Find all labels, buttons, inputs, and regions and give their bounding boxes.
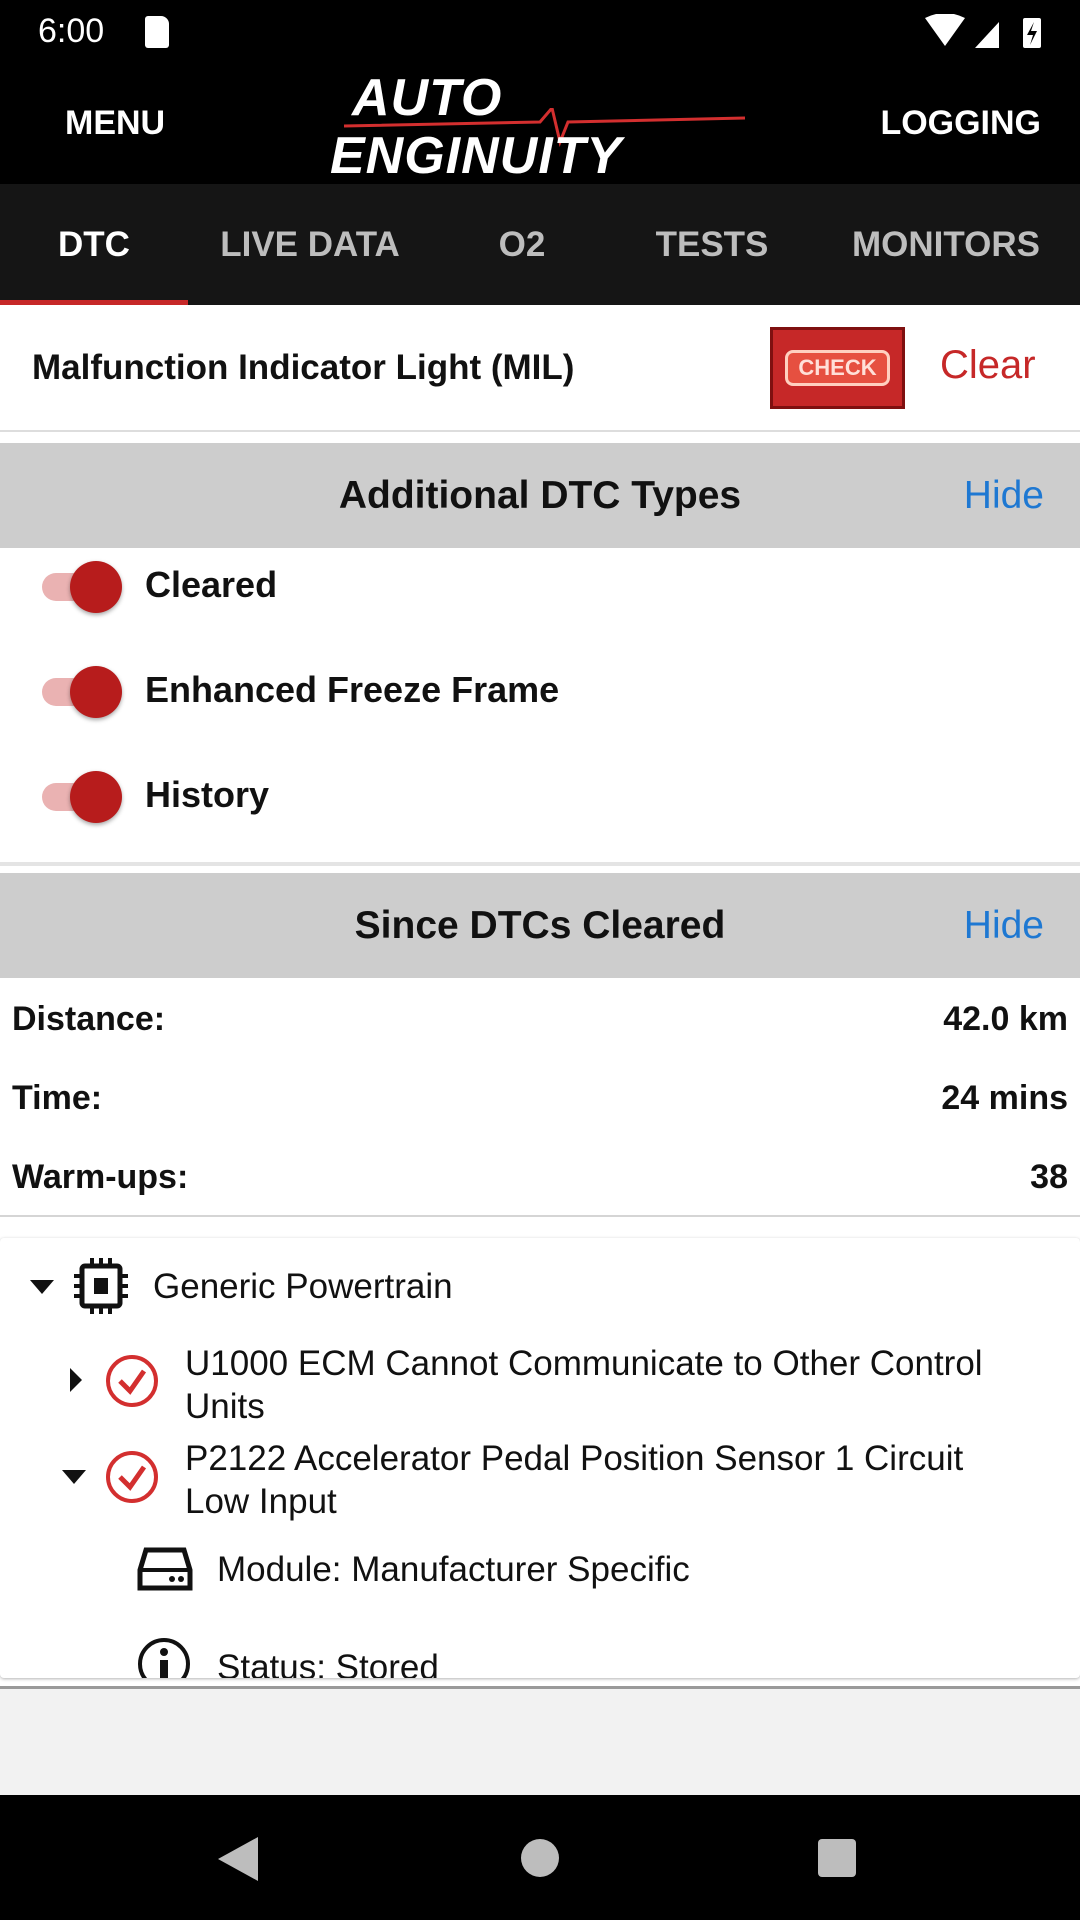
section-title: Since DTCs Cleared <box>354 903 726 947</box>
dtc-line: P2122 Accelerator Pedal Position Sensor … <box>185 1439 964 1478</box>
navigation-bar <box>0 1795 1080 1920</box>
row-label: Warm-ups: <box>12 1158 189 1196</box>
toggle-label: History <box>145 774 270 815</box>
row-value: 24 mins <box>941 1079 1068 1117</box>
dtc-line: Units <box>185 1387 265 1426</box>
caret-down-icon[interactable] <box>30 1280 54 1296</box>
row-label: Time: <box>12 1079 103 1117</box>
mil-row: Malfunction Indicator Light (MIL) CHECK … <box>0 305 1080 432</box>
tab-live-data[interactable]: LIVE DATA <box>188 184 432 305</box>
distance-row: Distance: 42.0 km <box>12 1000 1068 1039</box>
tab-o2[interactable]: O2 <box>432 184 612 305</box>
check-circle-icon <box>106 1451 158 1503</box>
chip-icon <box>74 1258 128 1314</box>
toggle-cleared[interactable] <box>40 555 126 615</box>
caret-down-icon[interactable] <box>62 1470 86 1484</box>
mil-label: Malfunction Indicator Light (MIL) <box>32 348 575 387</box>
logging-button[interactable]: LOGGING <box>880 104 1041 143</box>
sd-card-icon <box>145 16 169 48</box>
info-icon <box>138 1638 190 1678</box>
dtc-line: Low Input <box>185 1482 337 1521</box>
status-bar: 6:00 <box>0 0 1080 68</box>
warmups-row: Warm-ups: 38 <box>12 1158 1068 1197</box>
recents-icon[interactable] <box>818 1839 856 1877</box>
dtc-item-p2122[interactable]: P2122 Accelerator Pedal Position Sensor … <box>185 1437 963 1523</box>
signal-icon <box>975 22 999 48</box>
toggle-history[interactable] <box>40 765 126 825</box>
tab-tests[interactable]: TESTS <box>612 184 812 305</box>
divider <box>0 862 1080 866</box>
status-label: Status: Stored <box>217 1648 439 1678</box>
toggle-enhanced-freeze-frame[interactable] <box>40 660 126 720</box>
dtc-item-u1000[interactable]: U1000 ECM Cannot Communicate to Other Co… <box>185 1342 983 1428</box>
clear-button[interactable]: Clear <box>940 343 1036 388</box>
since-dtcs-cleared-header: Since DTCs Cleared Hide <box>0 873 1080 978</box>
toggle-label: Enhanced Freeze Frame <box>145 669 560 710</box>
caret-right-icon[interactable] <box>70 1368 82 1392</box>
time-row: Time: 24 mins <box>12 1079 1068 1118</box>
app-header: MENU AUTO ENGINUITY LOGGING <box>0 68 1080 185</box>
module-icon <box>137 1547 193 1591</box>
logo-line2: ENGINUITY <box>330 127 623 185</box>
wifi-icon <box>925 14 1041 48</box>
additional-dtc-types-header: Additional DTC Types Hide <box>0 443 1080 548</box>
menu-button[interactable]: MENU <box>65 104 165 143</box>
hide-since-button[interactable]: Hide <box>964 904 1044 948</box>
status-time: 6:00 <box>38 12 105 50</box>
row-value: 38 <box>1030 1158 1068 1196</box>
check-circle-icon <box>106 1355 158 1407</box>
module-label: Module: Manufacturer Specific <box>217 1550 690 1589</box>
row-value: 42.0 km <box>943 1000 1068 1038</box>
check-engine-icon: CHECK <box>770 327 905 409</box>
row-label: Distance: <box>12 1000 166 1038</box>
check-engine-icon-text: CHECK <box>785 350 890 386</box>
back-icon[interactable] <box>218 1837 258 1881</box>
home-icon[interactable] <box>521 1839 559 1877</box>
dtc-tree: Generic Powertrain U1000 ECM Cannot Comm… <box>0 1238 1080 1678</box>
toggle-label: Cleared <box>145 564 278 605</box>
tab-bar: DTC LIVE DATA O2 TESTS MONITORS <box>0 184 1080 305</box>
tab-monitors[interactable]: MONITORS <box>812 184 1080 305</box>
group-label[interactable]: Generic Powertrain <box>153 1267 453 1307</box>
dtc-line: U1000 ECM Cannot Communicate to Other Co… <box>185 1344 983 1383</box>
tab-dtc[interactable]: DTC <box>0 184 188 305</box>
divider <box>0 1215 1080 1217</box>
logo: AUTO ENGINUITY <box>330 68 750 185</box>
hide-additional-button[interactable]: Hide <box>964 474 1044 518</box>
bottom-area <box>0 1689 1080 1795</box>
section-title: Additional DTC Types <box>338 473 742 517</box>
